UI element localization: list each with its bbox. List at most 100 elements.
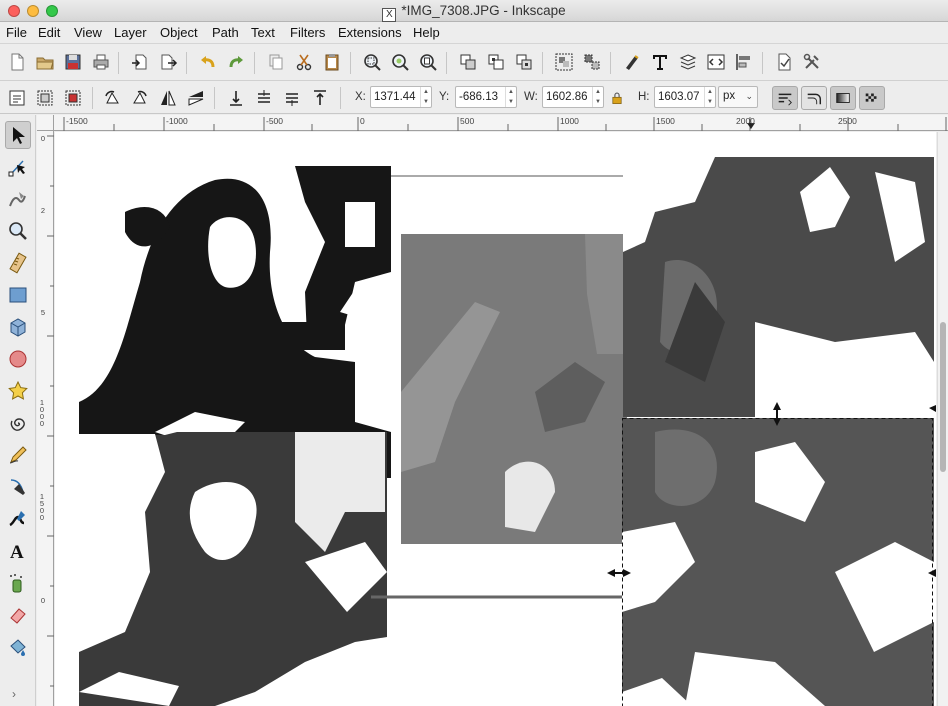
spiral-tool[interactable] [5,409,31,437]
image-gray-middle[interactable] [401,234,627,544]
zoom-page-icon[interactable] [416,50,440,74]
menu-path[interactable]: Path [212,25,239,40]
selector-tool[interactable] [5,121,31,149]
drawing-canvas[interactable] [55,132,936,706]
unlink-clone-icon[interactable] [512,50,536,74]
x-input[interactable] [371,87,421,107]
y-label: Y: [439,91,450,103]
image-gray-bottom-right-selected[interactable] [622,418,934,706]
h-stepper[interactable]: ▲ ▼ [704,87,715,107]
toolbar-separator [762,52,763,74]
new-document-icon[interactable] [5,50,29,74]
copy-icon[interactable] [264,50,288,74]
lock-icon[interactable] [608,86,626,110]
scale-corners-toggle[interactable] [801,86,827,110]
window-title-area: X *IMG_7308.JPG - Inkscape [0,3,948,22]
x-field[interactable]: ▲▼ [370,86,432,108]
ellipse-tool[interactable] [5,345,31,373]
flip-vertical-icon[interactable] [184,86,208,110]
group-icon[interactable] [552,50,576,74]
menu-help[interactable]: Help [413,25,440,40]
invert-selection-icon[interactable] [61,86,85,110]
vertical-scrollbar-thumb[interactable] [940,322,946,472]
layers-icon[interactable] [676,50,700,74]
calligraphy-tool[interactable] [5,505,31,533]
text-font-icon[interactable] [648,50,672,74]
undo-icon[interactable] [196,50,220,74]
pencil-tool[interactable] [5,441,31,469]
menu-file[interactable]: File [6,25,27,40]
export-icon[interactable] [156,50,180,74]
chevron-right-icon[interactable]: › [12,687,16,701]
preferences-icon[interactable] [800,50,824,74]
star-tool[interactable] [5,377,31,405]
save-icon[interactable] [61,50,85,74]
image-gray-bottom-left[interactable] [79,432,387,706]
unit-select[interactable]: px ⌄ [718,86,758,108]
spray-tool[interactable] [5,569,31,597]
h-field[interactable]: ▲▼ [654,86,716,108]
y-field[interactable]: ▲▼ [455,86,517,108]
move-gradients-toggle[interactable] [830,86,856,110]
lower-to-bottom-icon[interactable] [224,86,248,110]
rotate-cw-icon[interactable] [128,86,152,110]
raise-icon[interactable] [280,86,304,110]
x-stepper[interactable]: ▲ ▼ [420,87,431,107]
flip-horizontal-icon[interactable] [156,86,180,110]
print-icon[interactable] [89,50,113,74]
y-stepper[interactable]: ▲ ▼ [505,87,516,107]
cut-icon[interactable] [292,50,316,74]
menu-text[interactable]: Text [251,25,275,40]
menu-edit[interactable]: Edit [38,25,60,40]
rectangle-tool[interactable] [5,281,31,309]
w-stepper[interactable]: ▲ ▼ [592,87,603,107]
horizontal-ruler[interactable]: -1500 -1000 -500 0 500 1000 1500 2000 25… [54,115,948,131]
text-tool[interactable]: A [5,537,31,565]
vertical-scrollbar[interactable] [937,132,948,706]
tweak-tool[interactable] [5,185,31,213]
menu-extensions[interactable]: Extensions [338,25,402,40]
fill-stroke-icon[interactable] [620,50,644,74]
3d-box-tool[interactable] [5,313,31,341]
xml-editor-icon[interactable] [704,50,728,74]
redo-icon[interactable] [224,50,248,74]
move-patterns-toggle[interactable] [859,86,885,110]
measure-tool[interactable] [5,249,31,277]
paste-icon[interactable] [320,50,344,74]
node-tool[interactable] [5,153,31,181]
tool-controls-bar: X: ▲▼ Y: ▲▼ W: ▲▼ H: ▲▼ px ⌄ [0,82,948,114]
zoom-drawing-icon[interactable] [388,50,412,74]
zoom-selection-icon[interactable] [360,50,384,74]
image-gray-top-right[interactable] [623,157,934,417]
menu-object[interactable]: Object [160,25,198,40]
y-input[interactable] [456,87,506,107]
open-icon[interactable] [33,50,57,74]
eraser-tool[interactable] [5,601,31,629]
menu-view[interactable]: View [74,25,102,40]
h-input[interactable] [655,87,705,107]
inkscape-window: X *IMG_7308.JPG - Inkscape File Edit View… [0,0,948,706]
toolbar-separator [186,52,187,74]
zoom-tool[interactable] [5,217,31,245]
ruler-label: 1000 [560,116,579,126]
ungroup-icon[interactable] [580,50,604,74]
menu-layer[interactable]: Layer [114,25,147,40]
align-distribute-icon[interactable] [732,50,756,74]
w-field[interactable]: ▲▼ [542,86,604,108]
select-all-icon[interactable] [5,86,29,110]
image-bw-top-left[interactable] [79,166,391,478]
rotate-ccw-icon[interactable] [100,86,124,110]
w-input[interactable] [543,87,593,107]
duplicate-icon[interactable] [456,50,480,74]
select-all-layers-icon[interactable] [33,86,57,110]
vertical-ruler[interactable]: 0 2 5 1000 1500 0 [37,131,54,706]
menu-filters[interactable]: Filters [290,25,325,40]
paint-bucket-tool[interactable] [5,633,31,661]
import-icon[interactable] [128,50,152,74]
document-properties-icon[interactable] [772,50,796,74]
clone-icon[interactable] [484,50,508,74]
raise-to-top-icon[interactable] [308,86,332,110]
lower-icon[interactable] [252,86,276,110]
scale-stroke-toggle[interactable] [772,86,798,110]
pen-tool[interactable] [5,473,31,501]
